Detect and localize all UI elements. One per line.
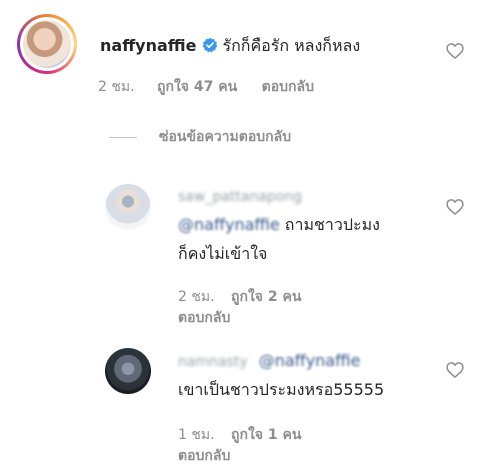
reply-text-line1: @naffynaffie ถามชาวปะมง [178,213,380,237]
hide-replies-divider [109,137,137,138]
reply-likes[interactable]: ถูกใจ 2 คน [231,289,301,305]
reply-text-line2: ก็คงไม่เข้าใจ [178,244,268,263]
main-comment-likes[interactable]: ถูกใจ 47 คน [157,79,237,95]
reply-reply-label[interactable]: ตอบกลับ [178,448,230,464]
reply-time: 1 ชม. [178,427,215,443]
verified-badge-icon [203,37,218,53]
heart-icon[interactable] [445,197,465,217]
reply-avatar[interactable] [105,184,151,230]
heart-icon[interactable] [445,41,465,61]
heart-icon[interactable] [445,360,465,380]
main-comment-time: 2 ชม. [98,79,135,95]
main-comment: naffynaffie รักก็คือรัก หลงก็หลง [100,36,360,56]
main-avatar-photo [23,20,71,68]
reply-text: ถามชาวปะมง [284,215,380,234]
reply-username[interactable]: namnasty [178,352,248,372]
reply-meta: 1 ชม. ถูกใจ 1 คน [178,426,301,444]
reply-likes[interactable]: ถูกใจ 1 คน [231,427,301,443]
reply-time: 2 ชม. [178,289,215,305]
reply-text: เขาเป็นชาวประมงหรอ55555 [178,380,385,399]
hide-replies-button[interactable]: ซ่อนข้อความตอบกลับ [159,128,291,146]
main-username[interactable]: naffynaffie [100,36,196,55]
reply-mention[interactable]: @naffynaffie [259,351,361,371]
reply-reply-button[interactable]: ตอบกลับ [178,447,230,465]
reply-meta: 2 ชม. ถูกใจ 2 คน [178,288,301,306]
main-comment-meta: 2 ชม. ถูกใจ 47 คน ตอบกลับ [98,78,314,96]
reply-username[interactable]: saw_pattanapong [178,187,302,207]
main-reply-button[interactable]: ตอบกลับ [262,79,314,95]
main-avatar[interactable] [17,14,77,74]
reply-avatar[interactable] [105,348,151,394]
reply-reply-button[interactable]: ตอบกลับ [178,309,230,327]
main-comment-text: รักก็คือรัก หลงก็หลง [222,36,361,55]
reply-mention[interactable]: @naffynaffie [178,215,280,234]
reply-header: namnasty @naffynaffie [178,351,360,372]
reply-reply-label[interactable]: ตอบกลับ [178,310,230,326]
